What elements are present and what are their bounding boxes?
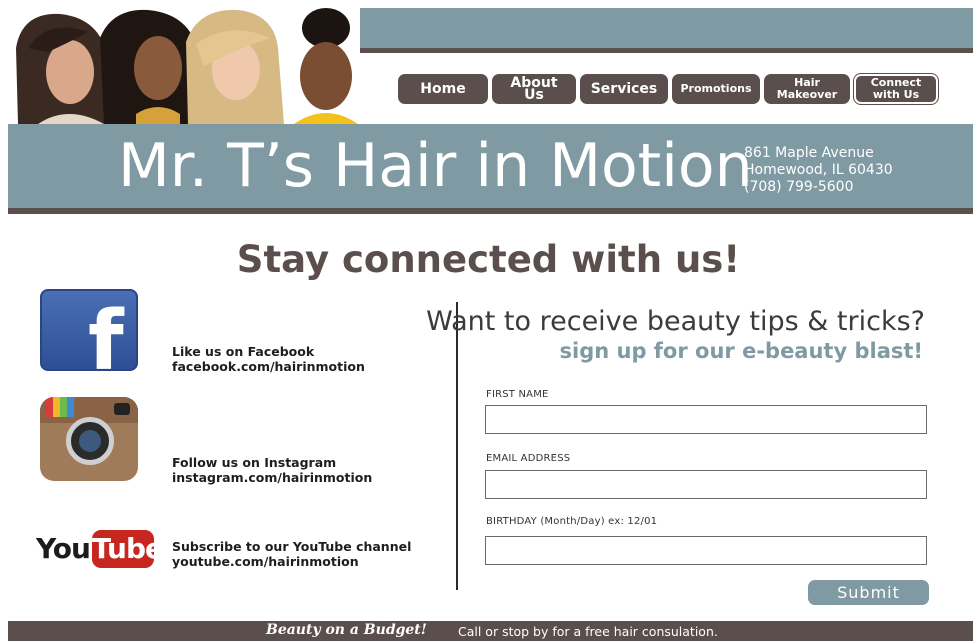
hero-models-image [8, 8, 360, 124]
youtube-text: Subscribe to our YouTube channel youtube… [172, 539, 411, 569]
instagram-icon-lens-center [79, 430, 101, 452]
youtube-link[interactable]: youtube.com/hairinmotion [172, 554, 411, 569]
footer-slogan: Beauty on a Budget! [266, 622, 427, 638]
nav-promotions[interactable]: Promotions [672, 74, 760, 104]
first-name-label: FIRST NAME [486, 389, 549, 400]
vertical-divider [456, 302, 458, 590]
birthday-label: BIRTHDAY (Month/Day) ex: 12/01 [486, 516, 658, 527]
instagram-icon-viewfinder [114, 403, 130, 415]
youtube-icon[interactable]: You Tube [36, 530, 164, 570]
nav-about-us[interactable]: About Us [492, 74, 576, 104]
instagram-icon[interactable] [40, 397, 138, 481]
address-phone: (708) 799-5600 [744, 179, 854, 195]
address-city: Homewood, IL 60430 [744, 162, 893, 178]
nav-services[interactable]: Services [580, 74, 668, 104]
footer-text: Call or stop by for a free hair consulat… [458, 624, 718, 639]
first-name-field[interactable] [485, 405, 927, 434]
footer-bar: Beauty on a Budget! Call or stop by for … [8, 621, 973, 641]
birthday-field[interactable] [485, 536, 927, 565]
signup-subtitle: sign up for our e-beauty blast! [559, 339, 923, 363]
page-headline: Stay connected with us! [236, 238, 741, 281]
nav-connect-with-us[interactable]: Connect with Us [853, 73, 939, 105]
nav-home[interactable]: Home [398, 74, 488, 104]
facebook-text: Like us on Facebook facebook.com/hairinm… [172, 344, 365, 374]
instagram-label: Follow us on Instagram [172, 455, 337, 470]
facebook-link[interactable]: facebook.com/hairinmotion [172, 359, 365, 374]
site-title: Mr. T’s Hair in Motion [118, 131, 753, 201]
main-nav: Home About Us Services Promotions Hair M… [398, 73, 939, 105]
address-street: 861 Maple Avenue [744, 145, 874, 161]
instagram-text: Follow us on Instagram instagram.com/hai… [172, 455, 372, 485]
title-banner-line [8, 208, 973, 214]
email-label: EMAIL ADDRESS [486, 453, 571, 464]
submit-button[interactable]: Submit [808, 580, 929, 605]
instagram-link[interactable]: instagram.com/hairinmotion [172, 470, 372, 485]
nav-hair-makeover[interactable]: Hair Makeover [764, 74, 850, 104]
youtube-logo-you: You [36, 532, 91, 565]
youtube-label: Subscribe to our YouTube channel [172, 539, 412, 554]
instagram-icon-rainbow [46, 397, 74, 417]
email-field[interactable] [485, 470, 927, 499]
address-block: 861 Maple Avenue Homewood, IL 60430 (708… [744, 145, 893, 196]
facebook-logo-letter: f [88, 294, 124, 371]
facebook-label: Like us on Facebook [172, 344, 315, 359]
signup-title: Want to receive beauty tips & tricks? [426, 306, 925, 337]
facebook-icon[interactable]: f [40, 289, 138, 371]
youtube-logo-tube: Tube [92, 530, 164, 568]
